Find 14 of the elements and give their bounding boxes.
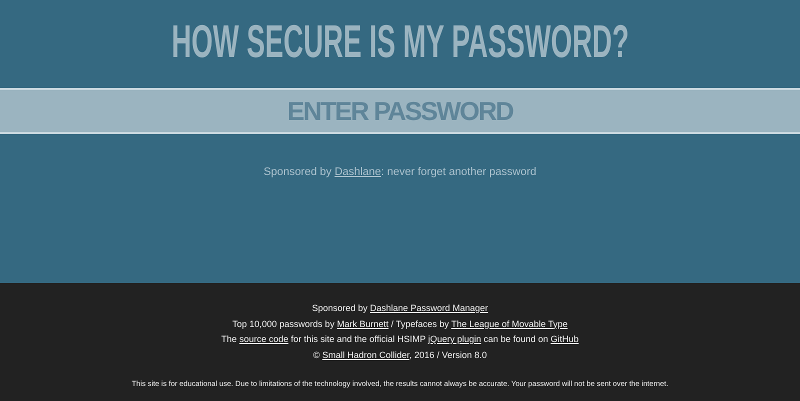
link[interactable]: jQuery plugin <box>428 334 482 344</box>
link[interactable]: Mark Burnett <box>336 318 388 328</box>
link[interactable]: source code <box>239 334 288 344</box>
link[interactable]: The League of Movable Type <box>451 318 568 328</box>
credit-line: The source code for this site and the official HSIMP jQuery plugin can be found on GitHub <box>220 333 580 346</box>
credit-line: Sponsored by Dashlane Password Manager <box>310 302 490 315</box>
link[interactable]: GitHub <box>550 334 579 344</box>
sponsor-text: Sponsored by Dashlane: never forget another password <box>262 165 538 180</box>
link[interactable]: Dashlane Password Manager <box>370 303 488 313</box>
page-title: HOW SECURE IS MY PASSWORD? <box>171 18 629 64</box>
credit-line: © Small Hadron Collider, 2016 / Version 8.0 <box>312 348 488 362</box>
credit-line: Top 10,000 passwords by Mark Burnett / Typefaces by The League of Movable Type <box>231 318 569 331</box>
password-field[interactable]: ENTER PASSWORD <box>0 88 800 134</box>
link[interactable]: Small Hadron Collider <box>322 350 410 360</box>
